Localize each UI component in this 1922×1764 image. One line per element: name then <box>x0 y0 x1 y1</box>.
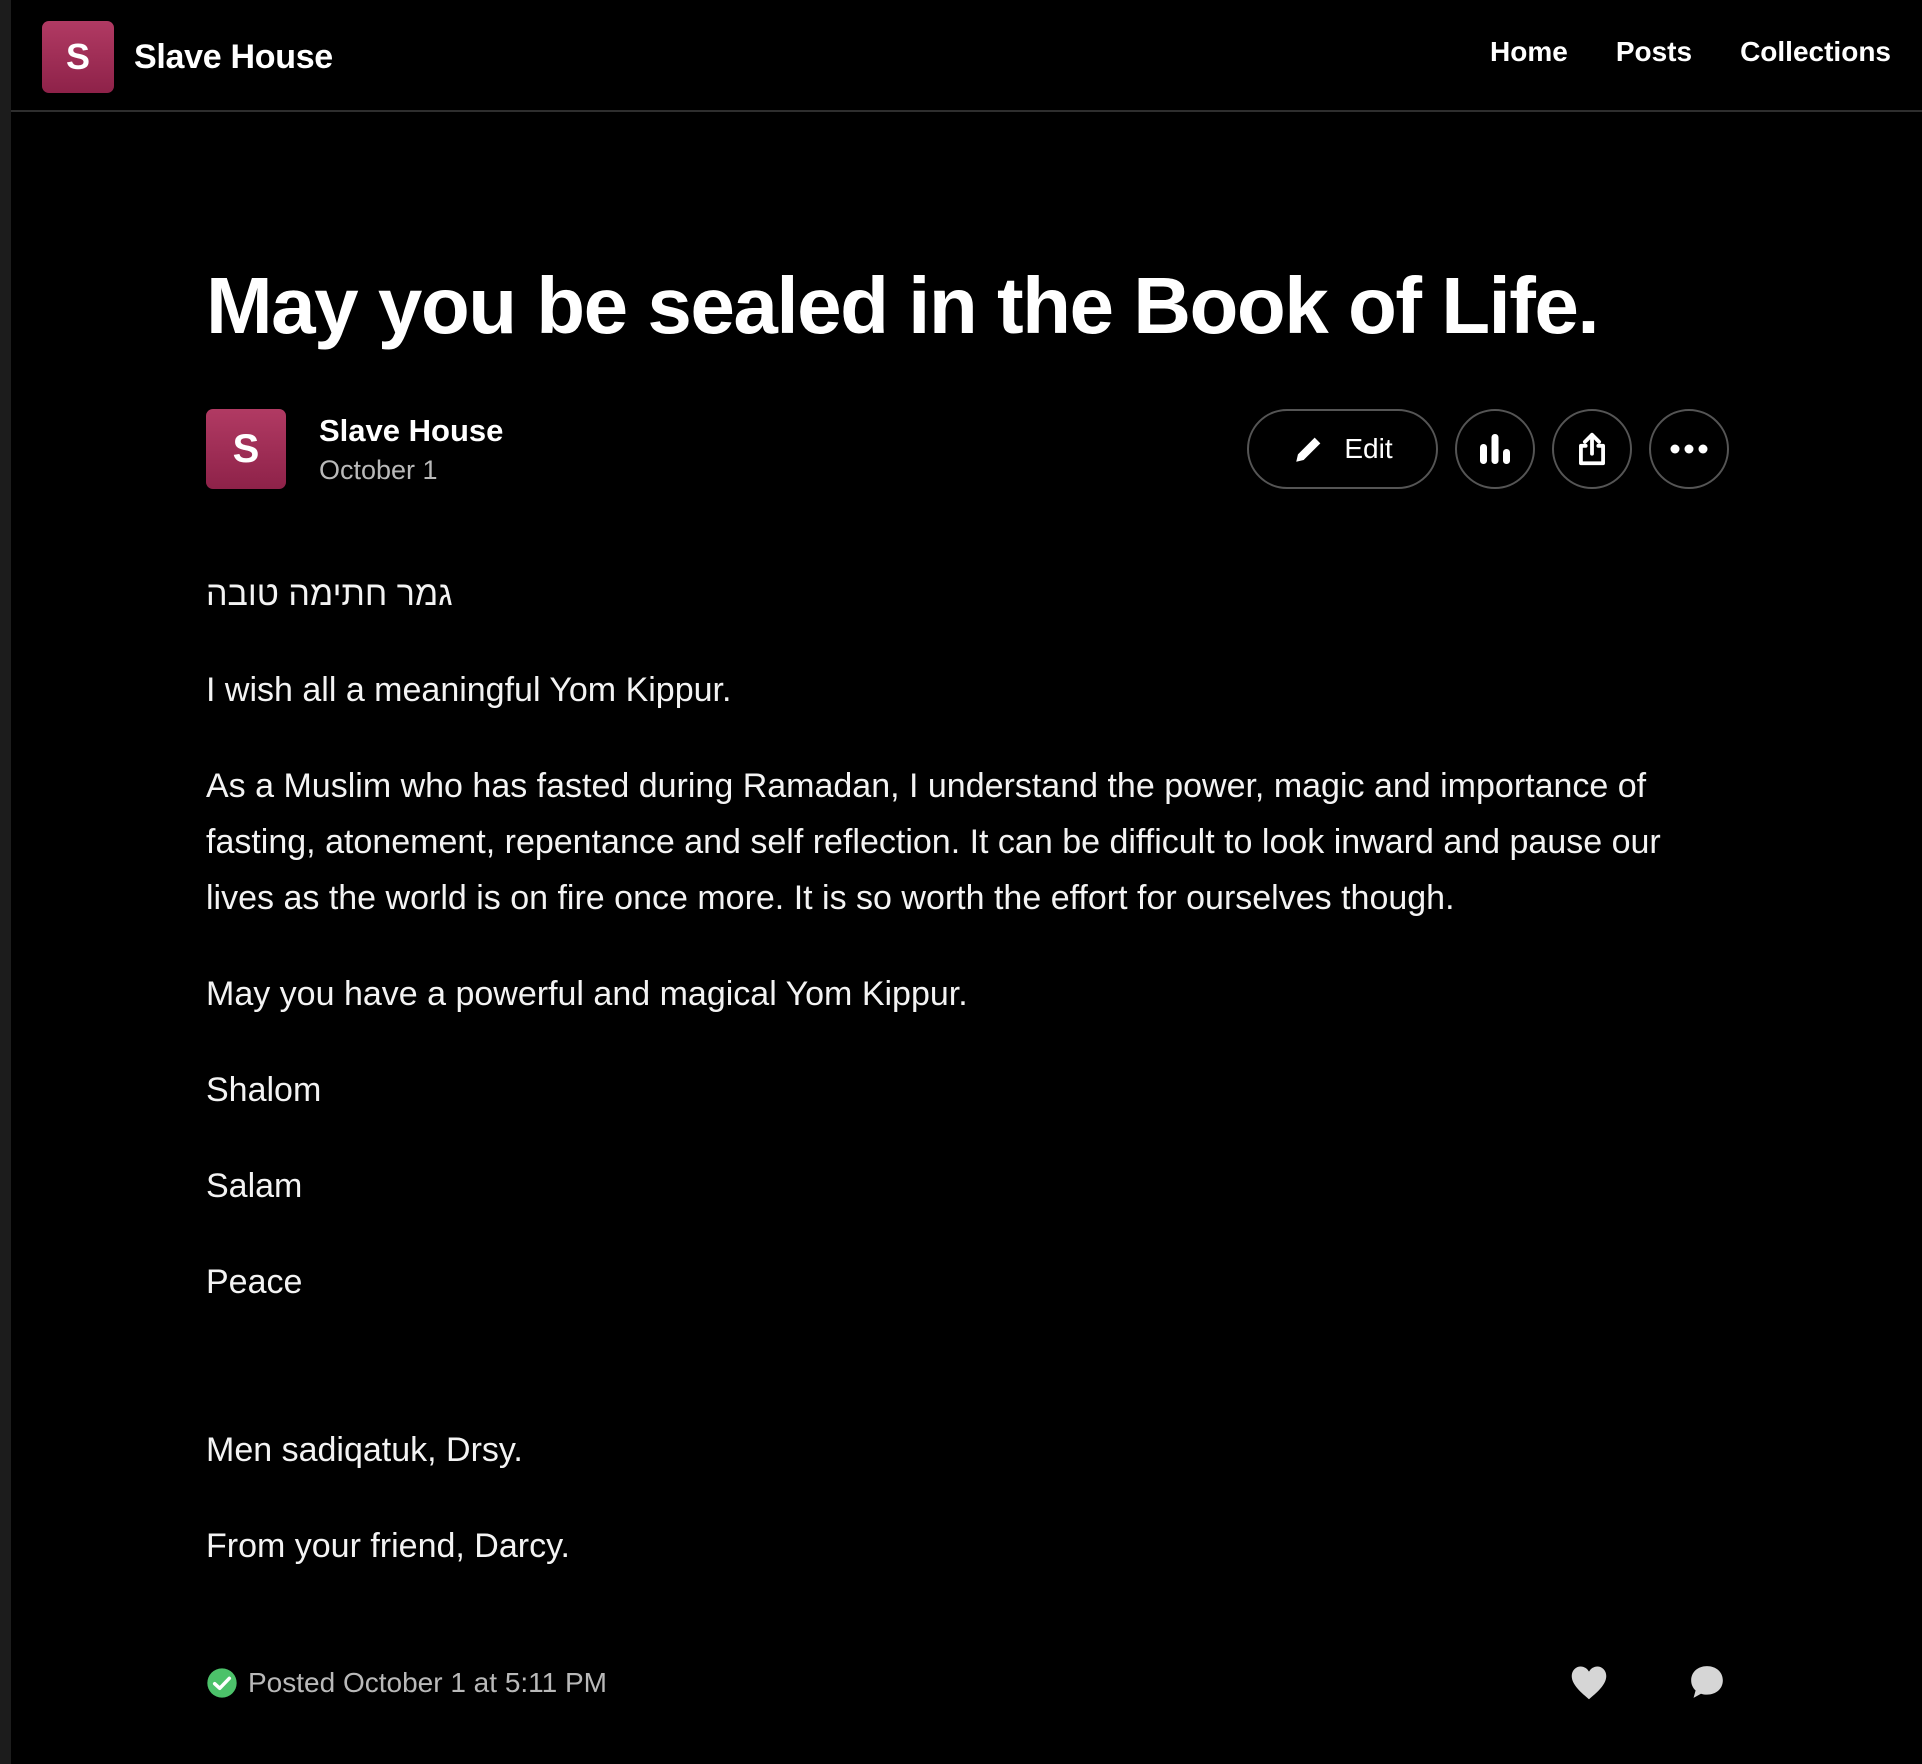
window-edge <box>0 0 11 1764</box>
body-paragraph: May you have a powerful and magical Yom … <box>206 975 968 1013</box>
post-footer: Posted October 1 at 5:11 PM <box>206 1663 1726 1703</box>
author-name[interactable]: Slave House <box>319 413 503 449</box>
post-byline: S Slave House October 1 <box>206 409 503 489</box>
pencil-icon <box>1296 437 1321 462</box>
post-body: גמר חתימה טובה I wish all a meaningful Y… <box>206 566 1726 1614</box>
page: S Slave House Home Posts Collections May… <box>0 0 1922 1764</box>
more-dots-icon <box>1670 444 1708 454</box>
byline-text: Slave House October 1 <box>319 413 503 486</box>
body-paragraph: I wish all a meaningful Yom Kippur. <box>206 671 732 709</box>
post-date: October 1 <box>319 454 438 485</box>
body-paragraph: Shalom <box>206 1071 322 1109</box>
body-paragraph-hebrew: גמר חתימה טובה <box>206 575 453 613</box>
nav-collections-link[interactable]: Collections <box>1740 36 1891 68</box>
author-avatar[interactable]: S <box>206 409 286 489</box>
share-button[interactable] <box>1552 409 1632 489</box>
share-icon <box>1579 432 1605 466</box>
body-paragraph: From your friend, Darcy. <box>206 1527 571 1565</box>
reactions <box>1568 1663 1726 1701</box>
brand[interactable]: S Slave House <box>42 21 333 93</box>
top-navigation-bar: S Slave House Home Posts Collections <box>11 0 1922 112</box>
nav-posts-link[interactable]: Posts <box>1616 36 1692 68</box>
posted-timestamp: Posted October 1 at 5:11 PM <box>248 1667 608 1698</box>
brand-avatar[interactable]: S <box>42 21 114 93</box>
body-paragraph: Men sadiqatuk, Drsy. <box>206 1431 523 1469</box>
stats-button[interactable] <box>1455 409 1535 489</box>
check-circle-icon <box>207 1668 237 1698</box>
bar-chart-icon <box>1480 434 1510 464</box>
heart-icon[interactable] <box>1568 1663 1610 1701</box>
edit-button[interactable]: Edit <box>1247 409 1438 489</box>
brand-name[interactable]: Slave House <box>134 38 333 77</box>
body-paragraph: Salam <box>206 1167 303 1205</box>
more-options-button[interactable] <box>1649 409 1729 489</box>
posted-status: Posted October 1 at 5:11 PM <box>206 1667 607 1699</box>
post-actions: Edit <box>1247 409 1729 489</box>
comment-icon[interactable] <box>1688 1663 1726 1701</box>
nav-home-link[interactable]: Home <box>1490 36 1568 68</box>
edit-button-label: Edit <box>1344 433 1393 464</box>
body-paragraph: As a Muslim who has fasted during Ramada… <box>206 767 1661 917</box>
main-nav: Home Posts Collections <box>1490 36 1891 68</box>
body-paragraph: Peace <box>206 1263 303 1301</box>
post-title: May you be sealed in the Book of Life. <box>206 261 1600 350</box>
